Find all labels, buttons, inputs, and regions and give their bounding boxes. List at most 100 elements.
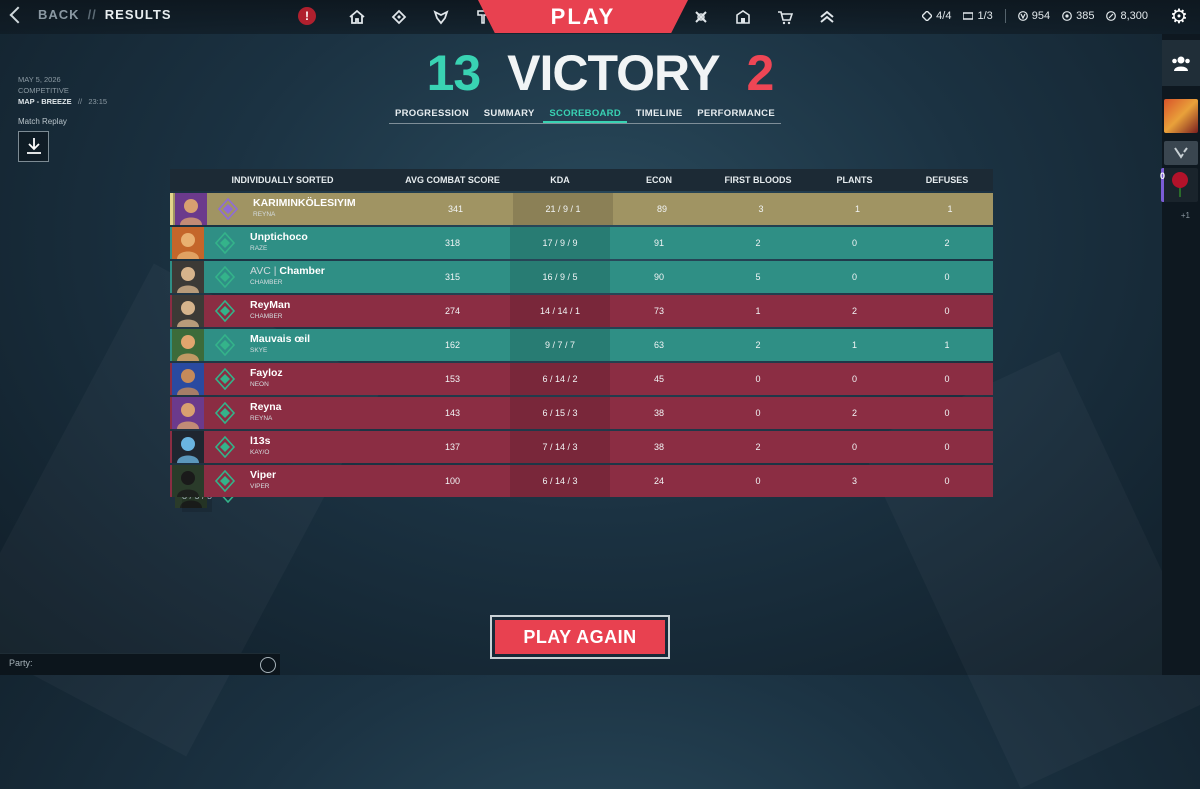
mission-icon [922, 11, 933, 21]
tab-scoreboard[interactable]: SCOREBOARD [543, 106, 628, 123]
back-button[interactable]: BACK // RESULTS [9, 6, 172, 23]
player-name[interactable]: ReyMan [250, 299, 290, 311]
chat-icon[interactable] [260, 657, 276, 673]
download-replay-button[interactable] [18, 131, 49, 162]
table-row[interactable]: l13s KAY/O 137 7 / 14 / 3 38 2 0 0 [170, 431, 993, 463]
player-name[interactable]: Unptichoco [250, 231, 308, 243]
column-header-defuses[interactable]: DEFUSES [901, 175, 993, 185]
kda-cell: 6 / 14 / 3 [510, 465, 610, 497]
agent-name: NEON [250, 381, 269, 388]
rank-icon[interactable] [816, 6, 838, 28]
kda-cell: 6 / 15 / 3 [510, 397, 610, 429]
column-header-kda[interactable]: KDA [510, 175, 610, 185]
player-name[interactable]: l13s [250, 435, 270, 447]
store-icon[interactable] [732, 6, 754, 28]
missions-counter[interactable]: 4/4 [922, 10, 951, 22]
play-again-button[interactable]: PLAY AGAIN [490, 615, 670, 659]
first-bloods-cell: 0 [755, 374, 761, 384]
agents-icon[interactable] [430, 6, 452, 28]
home-icon[interactable] [346, 6, 368, 28]
column-header-player[interactable]: INDIVIDUALLY SORTED [170, 175, 395, 185]
defuses-cell: 0 [944, 272, 950, 282]
battlepass-icon[interactable] [388, 6, 410, 28]
party-member-avatar[interactable] [1161, 168, 1198, 202]
table-row[interactable]: Mauvais œil SKYE 162 9 / 7 / 7 63 2 1 1 [170, 329, 993, 361]
column-header-econ[interactable]: ECON [610, 175, 708, 185]
player-name[interactable]: Mauvais œil [250, 333, 310, 345]
player-name[interactable]: Reyna [250, 401, 282, 413]
agent-portrait-icon [172, 295, 204, 327]
column-header-plants[interactable]: PLANTS [808, 175, 901, 185]
column-header-acs[interactable]: AVG COMBAT SCORE [395, 175, 510, 185]
top-nav-bar: BACK // RESULTS ! PLAY 4/4 1/3 954 385 8… [0, 0, 1200, 34]
rank-badge-icon [214, 300, 236, 322]
player-name[interactable]: Viper [250, 469, 276, 481]
table-row[interactable]: ReyMan CHAMBER 274 14 / 14 / 1 73 1 2 0 [170, 295, 993, 327]
econ-cell: 90 [653, 272, 664, 282]
plants-cell: 0 [851, 442, 857, 452]
table-row[interactable]: KARIMINKÖLESIYIM REYNA 341 21 / 9 / 1 89… [170, 193, 993, 225]
player-name[interactable]: Fayloz [250, 367, 283, 379]
radianite-points[interactable]: 385 [1062, 10, 1094, 22]
acs-cell: 341 [447, 204, 464, 214]
table-row[interactable]: Unptichoco RAZE 318 17 / 9 / 9 91 2 0 2 [170, 227, 993, 259]
player-name[interactable]: KARIMINKÖLESIYIM [253, 197, 356, 209]
party-chat-bar: Party: [0, 653, 280, 675]
econ-cell: 63 [653, 340, 664, 350]
first-bloods-cell: 2 [755, 340, 761, 350]
tickets-counter[interactable]: 1/3 [963, 10, 993, 22]
valorant-points[interactable]: 954 [1017, 10, 1050, 22]
acs-cell: 137 [444, 442, 461, 452]
agent-name: SKYE [250, 347, 268, 354]
results-tabs: PROGRESSION SUMMARY SCOREBOARD TIMELINE … [389, 106, 781, 124]
defuses-cell: 1 [947, 204, 953, 214]
plants-cell: 0 [851, 374, 857, 384]
tickets-value: 1/3 [977, 10, 993, 22]
match-replay-label: Match Replay [18, 117, 67, 126]
enemy-score: 2 [746, 45, 775, 101]
ally-score: 13 [426, 45, 482, 101]
first-bloods-cell: 1 [755, 306, 761, 316]
table-row[interactable]: Fayloz NEON 153 6 / 14 / 2 45 0 0 0 [170, 363, 993, 395]
table-row[interactable]: Viper VIPER 100 6 / 14 / 3 24 0 3 0 [170, 465, 993, 497]
player-cell: Viper VIPER [170, 465, 395, 497]
tab-progression[interactable]: PROGRESSION [389, 106, 475, 123]
more-members-label[interactable]: +1 [1181, 211, 1190, 220]
wallet-divider [1004, 9, 1006, 23]
player-name[interactable]: Chamber [279, 265, 325, 277]
table-row[interactable]: AVC | Chamber CHAMBER 315 16 / 9 / 5 90 … [170, 261, 993, 293]
gear-icon[interactable]: ⚙ [1168, 6, 1190, 28]
agent-name: REYNA [250, 415, 273, 422]
tab-summary[interactable]: SUMMARY [478, 106, 541, 123]
defuses-cell: 0 [944, 306, 950, 316]
friend-avatar[interactable] [1164, 99, 1198, 133]
tab-timeline[interactable]: TIMELINE [630, 106, 689, 123]
plants-cell: 0 [851, 238, 857, 248]
alert-icon[interactable]: ! [298, 7, 316, 25]
tab-performance[interactable]: PERFORMANCE [691, 106, 781, 123]
column-header-first-bloods[interactable]: FIRST BLOODS [708, 175, 808, 185]
agent-name: CHAMBER [250, 279, 283, 286]
back-chevron-icon [9, 6, 27, 23]
play-tab[interactable]: PLAY [478, 0, 688, 33]
valorant-logo-icon[interactable] [1164, 141, 1198, 165]
career-icon[interactable] [690, 6, 712, 28]
defuses-cell: 2 [944, 238, 950, 248]
acs-cell: 318 [444, 238, 461, 248]
kingdom-credits[interactable]: 8,300 [1106, 10, 1148, 22]
first-bloods-cell: 2 [755, 442, 761, 452]
rose-icon [1172, 172, 1188, 197]
cart-icon[interactable] [774, 6, 796, 28]
first-bloods-cell: 0 [755, 408, 761, 418]
download-icon [26, 138, 41, 154]
player-cell: AVC | Chamber CHAMBER [170, 261, 395, 293]
social-panel-button[interactable] [1162, 40, 1200, 86]
radianite-icon [1062, 11, 1073, 21]
econ-cell: 91 [653, 238, 664, 248]
kda-cell: 21 / 9 / 1 [513, 193, 613, 225]
plants-cell: 0 [851, 272, 857, 282]
table-row[interactable]: Reyna REYNA 143 6 / 15 / 3 38 0 2 0 [170, 397, 993, 429]
defuses-cell: 0 [944, 408, 950, 418]
match-score: 13 VICTORY 2 [0, 44, 1200, 102]
defuses-cell: 0 [944, 442, 950, 452]
